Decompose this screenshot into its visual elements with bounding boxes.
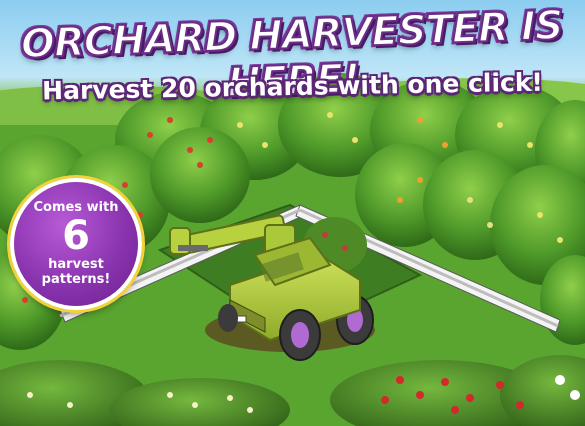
orchard-harvester-banner: ORCHARD HARVESTER IS HERE! Harvest 20 or… bbox=[0, 0, 585, 426]
badge-line4: patterns! bbox=[41, 272, 111, 287]
harvest-patterns-badge: Comes with 6 harvest patterns! bbox=[10, 178, 142, 310]
badge-line3: harvest bbox=[48, 257, 104, 272]
badge-number: 6 bbox=[62, 213, 90, 259]
